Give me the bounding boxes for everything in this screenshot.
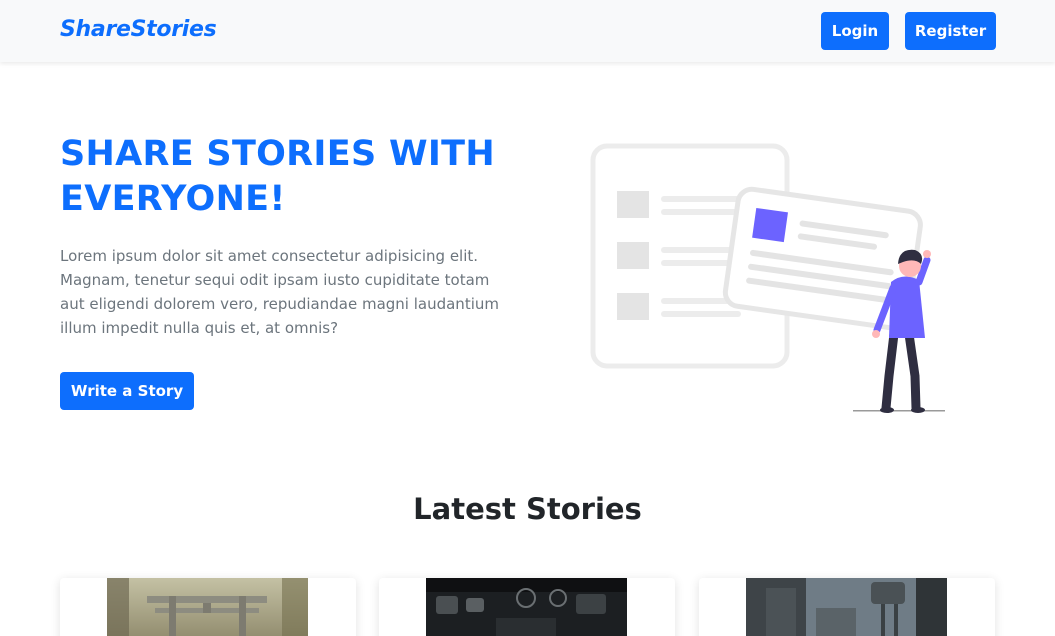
story-card[interactable] (379, 578, 675, 636)
hero-description: Lorem ipsum dolor sit amet consectetur a… (60, 247, 499, 337)
register-button[interactable]: Register (905, 12, 996, 50)
hero-illustration (585, 138, 955, 418)
login-button[interactable]: Login (821, 12, 889, 50)
forest-torii-gate-image (107, 578, 308, 636)
industrial-city-image (746, 578, 947, 636)
story-card[interactable] (699, 578, 995, 636)
write-story-button[interactable]: Write a Story (60, 372, 194, 410)
latest-stories-title: Latest Stories (413, 492, 642, 526)
story-card[interactable] (60, 578, 356, 636)
dark-machinery-image (426, 578, 627, 636)
hero-title: SHARE STORIES WITH EVERYONE! (60, 134, 495, 219)
navbar: ShareStories Login Register (0, 0, 1055, 62)
brand-logo[interactable]: ShareStories (60, 17, 217, 42)
